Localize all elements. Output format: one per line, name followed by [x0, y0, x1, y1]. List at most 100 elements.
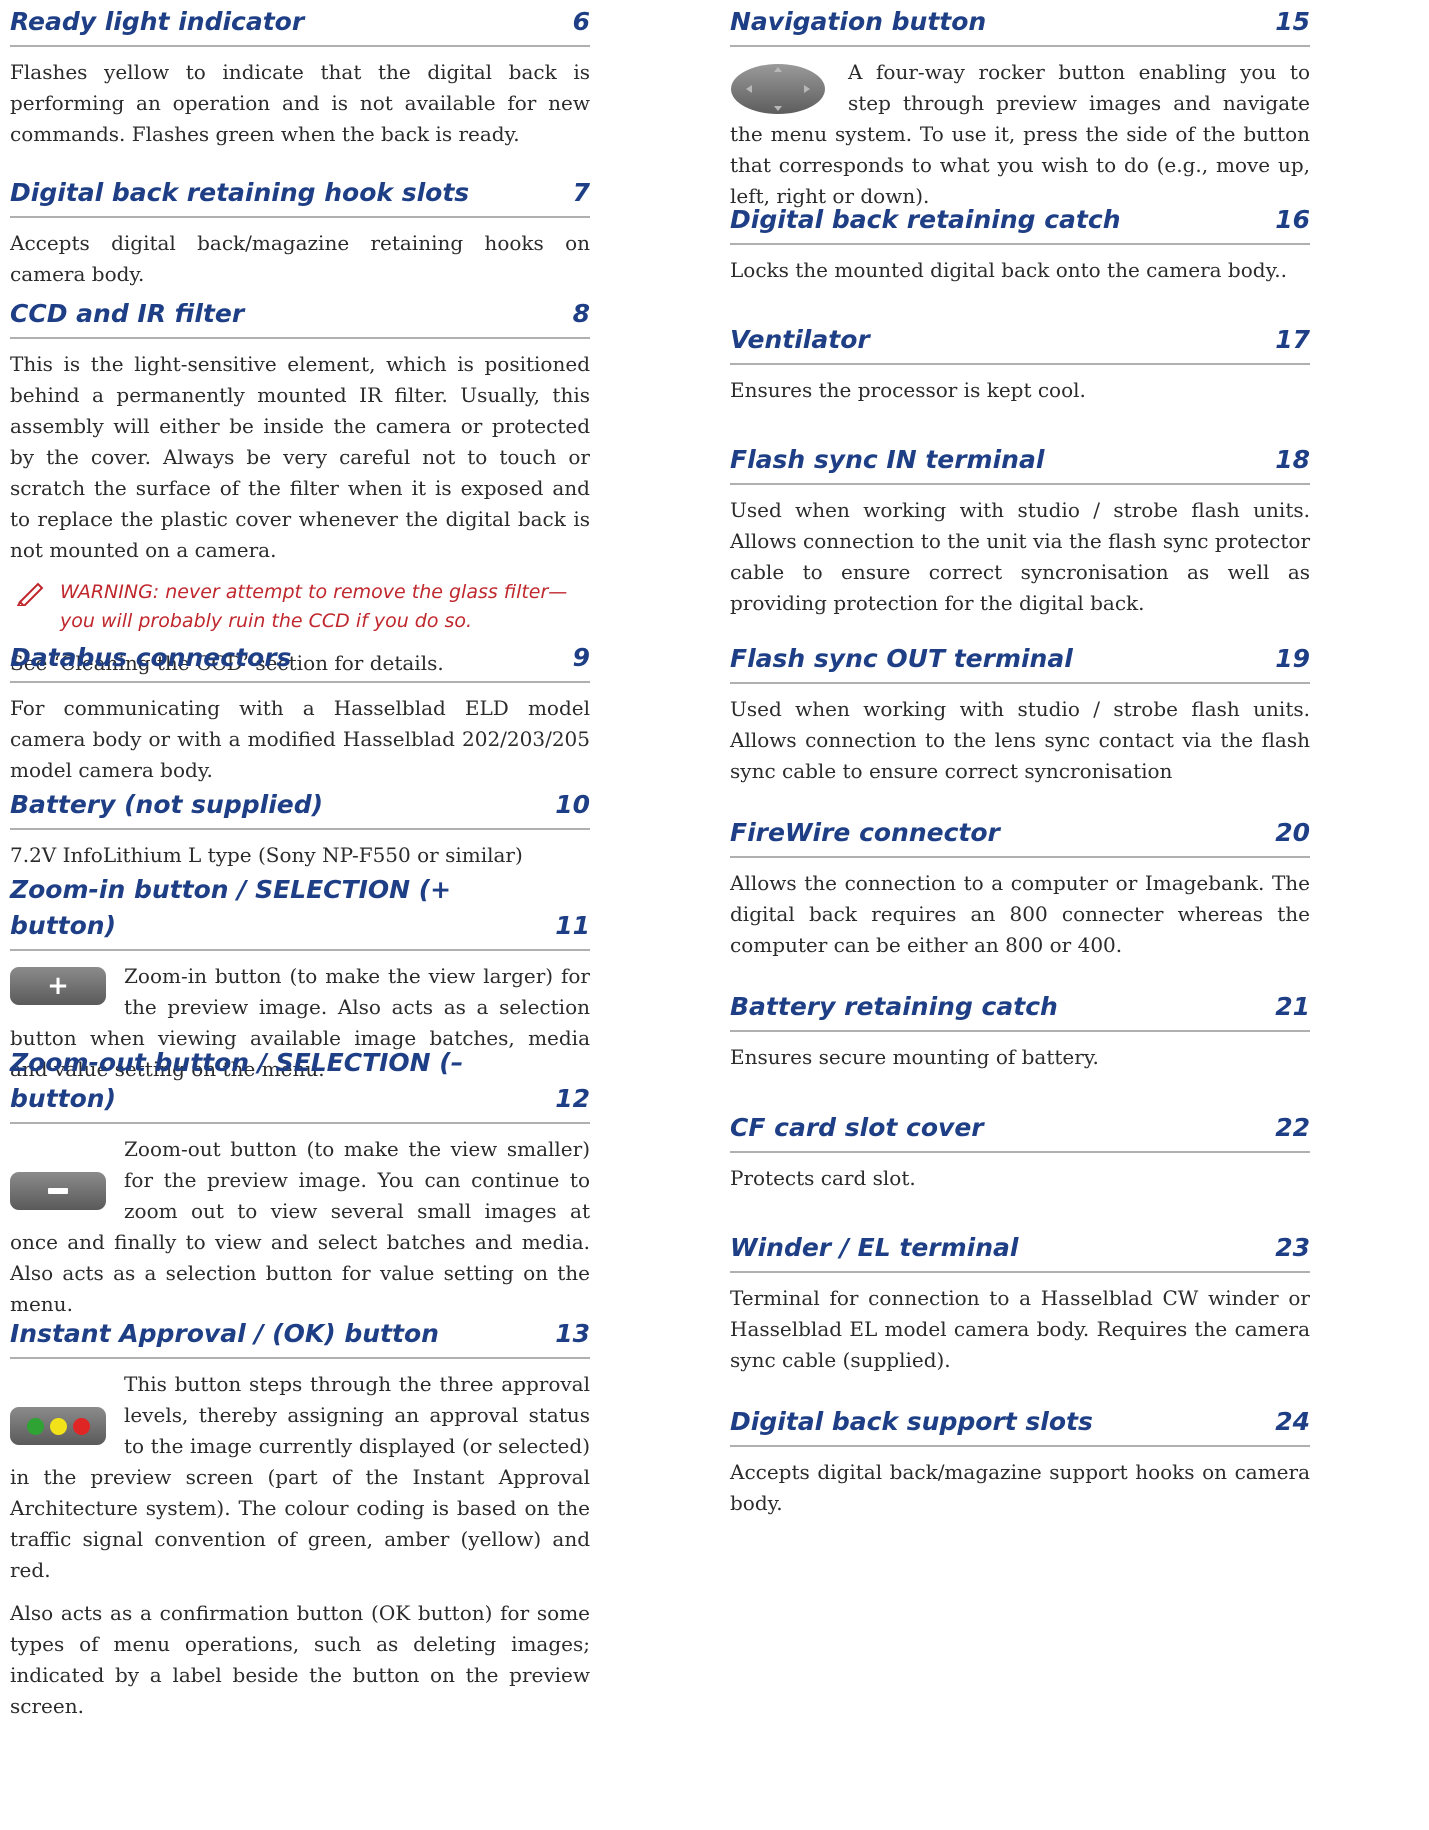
section-number: 18	[1275, 445, 1310, 474]
section-number: 17	[1275, 325, 1310, 354]
section-title: Zoom-out button / SELECTION (– button)	[10, 1048, 464, 1113]
section-number: 20	[1275, 818, 1310, 847]
section-title: Digital back support slots	[730, 1407, 1093, 1436]
section-title: Zoom-in button / SELECTION (+ button)	[10, 875, 452, 940]
section-title: Digital back retaining catch	[730, 205, 1121, 234]
section-heading: FireWire connector 20	[730, 815, 1310, 858]
pencil-icon	[16, 582, 44, 606]
section-title: Navigation button	[730, 7, 987, 36]
section-text: For communicating with a Hasselblad ELD …	[10, 696, 590, 782]
section-number: 6	[572, 7, 590, 36]
plus-icon: +	[47, 971, 69, 1001]
section-title: Winder / EL terminal	[730, 1233, 1019, 1262]
zoom-in-button-image: +	[10, 967, 106, 1005]
section-heading: Ready light indicator 6	[10, 4, 590, 47]
section-heading: Databus connectors 9	[10, 640, 590, 683]
traffic-light-icon	[10, 1407, 106, 1445]
section-winder-el: Winder / EL terminal 23 Terminal for con…	[730, 1230, 1310, 1388]
section-ready-light: Ready light indicator 6 Flashes yellow t…	[10, 4, 590, 162]
section-number: 11	[555, 911, 590, 940]
section-text: Protects card slot.	[730, 1166, 916, 1190]
section-number: 13	[555, 1319, 590, 1348]
section-title: CF card slot cover	[730, 1113, 984, 1142]
warning-text: WARNING: never attempt to remove the gla…	[60, 581, 568, 632]
section-text: Locks the mounted digital back onto the …	[730, 258, 1287, 282]
section-heading: Winder / EL terminal 23	[730, 1230, 1310, 1273]
section-title: Digital back retaining hook slots	[10, 178, 470, 207]
section-text: Accepts digital back/magazine support ho…	[730, 1460, 1310, 1515]
section-heading: CCD and IR filter 8	[10, 296, 590, 339]
section-text: Terminal for connection to a Hasselblad …	[730, 1286, 1310, 1372]
section-ccd-ir-filter: CCD and IR filter 8 This is the light-se…	[10, 296, 590, 691]
red-dot	[72, 1417, 90, 1435]
section-heading: Battery retaining catch 21	[730, 989, 1310, 1032]
section-number: 22	[1275, 1113, 1310, 1142]
section-heading: Flash sync OUT terminal 19	[730, 641, 1310, 684]
zoom-out-button-image	[10, 1172, 106, 1210]
section-navigation-button: Navigation button 15 A four-way rocker b…	[730, 4, 1310, 224]
minus-icon	[48, 1188, 68, 1194]
section-number: 23	[1275, 1233, 1310, 1262]
section-firewire: FireWire connector 20 Allows the connect…	[730, 815, 1310, 973]
section-retaining-catch: Digital back retaining catch 16 Locks th…	[730, 202, 1310, 298]
section-support-slots: Digital back support slots 24 Accepts di…	[730, 1404, 1310, 1531]
navigation-rocker-icon	[731, 64, 825, 114]
section-text: Allows the connection to a computer or I…	[730, 871, 1310, 957]
section-heading: Navigation button 15	[730, 4, 1310, 47]
section-number: 16	[1275, 205, 1310, 234]
section-number: 12	[555, 1084, 590, 1113]
section-text: Accepts digital back/magazine retaining …	[10, 231, 590, 286]
section-text: Zoom-out button (to make the view smalle…	[10, 1137, 590, 1316]
section-title: FireWire connector	[730, 818, 1000, 847]
section-number: 24	[1275, 1407, 1310, 1436]
section-flash-sync-out: Flash sync OUT terminal 19 Used when wor…	[730, 641, 1310, 799]
section-heading: Battery (not supplied) 10	[10, 787, 590, 830]
section-ventilator: Ventilator 17 Ensures the processor is k…	[730, 322, 1310, 418]
section-title: Battery (not supplied)	[10, 790, 324, 819]
section-text: 7.2V InfoLithium L type (Sony NP-F550 or…	[10, 843, 523, 867]
section-heading: Digital back support slots 24	[730, 1404, 1310, 1447]
section-text: Ensures the processor is kept cool.	[730, 378, 1086, 402]
warning-note: WARNING: never attempt to remove the gla…	[10, 578, 590, 636]
section-heading: Digital back retaining catch 16	[730, 202, 1310, 245]
section-text: Flashes yellow to indicate that the digi…	[10, 60, 590, 146]
section-title: Ready light indicator	[10, 7, 305, 36]
section-heading: CF card slot cover 22	[730, 1110, 1310, 1153]
section-text: This button steps through the three appr…	[10, 1372, 590, 1582]
section-text: Used when working with studio / strobe f…	[730, 498, 1310, 615]
section-heading: Zoom-in button / SELECTION (+ button) 11	[10, 875, 590, 951]
section-title: Flash sync IN terminal	[730, 445, 1045, 474]
section-title: Databus connectors	[10, 643, 292, 672]
section-databus-connectors: Databus connectors 9 For communicating w…	[10, 640, 590, 798]
section-heading: Instant Approval / (OK) button 13	[10, 1316, 590, 1359]
section-number: 8	[572, 299, 590, 328]
section-title: Instant Approval / (OK) button	[10, 1319, 439, 1348]
section-battery: Battery (not supplied) 10 7.2V InfoLithi…	[10, 787, 590, 883]
section-zoom-out: Zoom-out button / SELECTION (– button) 1…	[10, 1048, 590, 1332]
section-title: Battery retaining catch	[730, 992, 1058, 1021]
section-title: Flash sync OUT terminal	[730, 644, 1073, 673]
section-text: Ensures secure mounting of battery.	[730, 1045, 1099, 1069]
section-title: Ventilator	[730, 325, 870, 354]
green-dot	[26, 1417, 44, 1435]
section-heading: Zoom-out button / SELECTION (– button) 1…	[10, 1048, 590, 1124]
section-text: This is the light-sensitive element, whi…	[10, 352, 590, 562]
section-number: 9	[572, 643, 590, 672]
section-number: 10	[555, 790, 590, 819]
section-heading: Flash sync IN terminal 18	[730, 442, 1310, 485]
yellow-dot	[49, 1417, 67, 1435]
section-instant-approval: Instant Approval / (OK) button 13 This b…	[10, 1316, 590, 1734]
section-flash-sync-in: Flash sync IN terminal 18 Used when work…	[730, 442, 1310, 631]
section-title: CCD and IR filter	[10, 299, 245, 328]
section-cf-card-slot: CF card slot cover 22 Protects card slot…	[730, 1110, 1310, 1206]
section-text: Used when working with studio / strobe f…	[730, 697, 1310, 783]
section-number: 7	[572, 178, 590, 207]
section-battery-catch: Battery retaining catch 21 Ensures secur…	[730, 989, 1310, 1085]
section-retaining-hook-slots: Digital back retaining hook slots 7 Acce…	[10, 175, 590, 302]
section-number: 15	[1275, 7, 1310, 36]
section-number: 19	[1275, 644, 1310, 673]
section-heading: Digital back retaining hook slots 7	[10, 175, 590, 218]
section-number: 21	[1275, 992, 1310, 1021]
section-heading: Ventilator 17	[730, 322, 1310, 365]
section-text-2: Also acts as a confirmation button (OK b…	[10, 1601, 590, 1718]
